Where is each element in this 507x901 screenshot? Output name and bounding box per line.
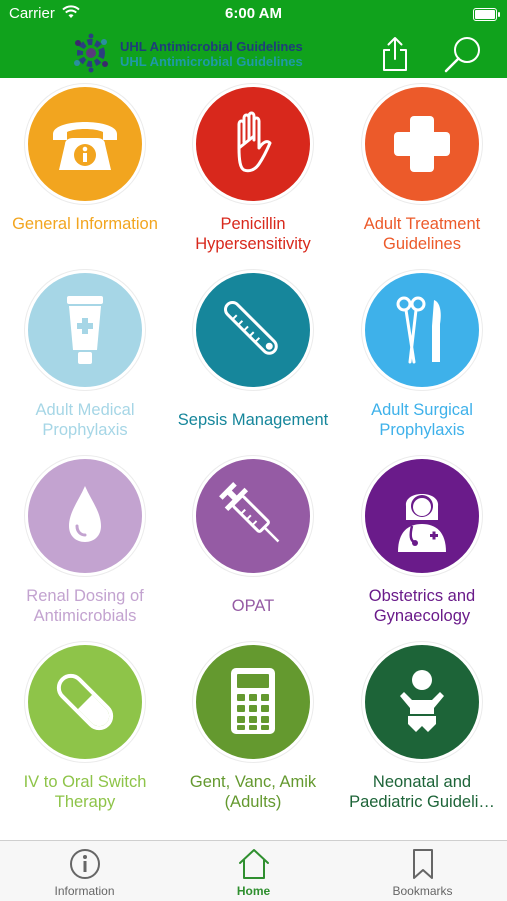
tile-label: Renal Dosing of Antimicrobials [26, 587, 144, 625]
status-bar: Carrier 6:00 AM [0, 0, 507, 30]
tile-gent-vanc-amik[interactable]: Gent, Vanc, Amik (Adults) [169, 638, 337, 824]
tile-icon-circle [25, 84, 145, 204]
tile-adult-medical-prophylaxis[interactable]: Adult Medical Prophylaxis [1, 266, 169, 452]
tile-icon-circle [362, 642, 482, 762]
tile-adult-treatment-guidelines[interactable]: Adult Treatment Guidelines [338, 80, 506, 266]
tile-icon-circle [193, 456, 313, 576]
app-logo: UHL Antimicrobial Guidelines UHL Antimic… [70, 33, 310, 73]
tile-penicillin-hypersensitivity[interactable]: Penicillin Hypersensitivity [169, 80, 337, 266]
search-button[interactable] [441, 32, 485, 76]
thermometer-icon [223, 300, 278, 355]
home-icon [239, 849, 269, 879]
bookmark-icon [413, 849, 433, 879]
calculator-icon [231, 668, 275, 734]
tile-icon-circle [25, 270, 145, 390]
tab-label: Home [236, 884, 271, 898]
nav-bar: UHL Antimicrobial Guidelines UHL Antimic… [0, 30, 507, 78]
phone-info-icon [53, 122, 117, 170]
ointment-tube-icon [67, 296, 103, 364]
battery-icon [473, 8, 500, 21]
info-icon [70, 849, 100, 879]
tile-icon-circle [362, 456, 482, 576]
logo-mark-icon [74, 33, 108, 73]
tile-iv-to-oral[interactable]: IV to Oral Switch Therapy [1, 638, 169, 824]
logo-subtitle: UHL Antimicrobial Guidelines [120, 54, 303, 69]
share-button[interactable] [373, 32, 417, 76]
tile-label: Adult Treatment Guidelines [363, 215, 481, 253]
tile-icon-circle [25, 642, 145, 762]
tile-label: OPAT [231, 597, 275, 615]
hand-icon [237, 111, 272, 173]
tile-label: Obstetrics and Gynaecology [368, 587, 476, 625]
tile-icon-circle [193, 270, 313, 390]
tile-label: Adult Surgical Prophylaxis [371, 401, 473, 439]
surgical-tools-icon [396, 296, 441, 364]
tile-label: General Information [12, 215, 158, 233]
doctor-icon [398, 494, 446, 552]
tile-renal-dosing[interactable]: Renal Dosing of Antimicrobials [1, 452, 169, 638]
tile-label: Gent, Vanc, Amik (Adults) [189, 773, 317, 811]
tile-label: Neonatal and Paediatric Guideli… [349, 773, 495, 811]
syringe-icon [219, 482, 280, 543]
tab-label: Bookmarks [392, 884, 453, 898]
search-icon [444, 37, 480, 73]
tab-bookmarks[interactable]: Bookmarks [338, 841, 507, 901]
baby-icon [400, 670, 444, 732]
tile-icon-circle [362, 84, 482, 204]
pill-icon [56, 673, 114, 731]
cross-icon [394, 116, 450, 172]
share-icon [383, 37, 407, 71]
drop-icon [69, 486, 101, 542]
clock: 6:00 AM [225, 5, 282, 22]
tile-icon-circle [25, 456, 145, 576]
tile-opat[interactable]: OPAT [169, 452, 337, 638]
tile-general-information[interactable]: General Information [1, 80, 169, 266]
tile-label: Sepsis Management [177, 411, 329, 429]
logo-title: UHL Antimicrobial Guidelines [120, 39, 303, 54]
tile-label: Adult Medical Prophylaxis [35, 401, 135, 439]
tile-sepsis-management[interactable]: Sepsis Management [169, 266, 337, 452]
tile-label: IV to Oral Switch Therapy [23, 773, 147, 811]
tile-obstetrics-gynaecology[interactable]: Obstetrics and Gynaecology [338, 452, 506, 638]
tab-label: Information [54, 884, 115, 898]
tile-adult-surgical-prophylaxis[interactable]: Adult Surgical Prophylaxis [338, 266, 506, 452]
tab-bar: Information Home Bookmarks [0, 840, 507, 901]
tile-icon-circle [362, 270, 482, 390]
tab-home[interactable]: Home [169, 841, 338, 901]
tile-icon-circle [193, 84, 313, 204]
tab-information[interactable]: Information [0, 841, 169, 901]
tile-neonatal-paediatric[interactable]: Neonatal and Paediatric Guideli… [338, 638, 506, 824]
tile-icon-circle [193, 642, 313, 762]
tile-label: Penicillin Hypersensitivity [195, 215, 311, 253]
